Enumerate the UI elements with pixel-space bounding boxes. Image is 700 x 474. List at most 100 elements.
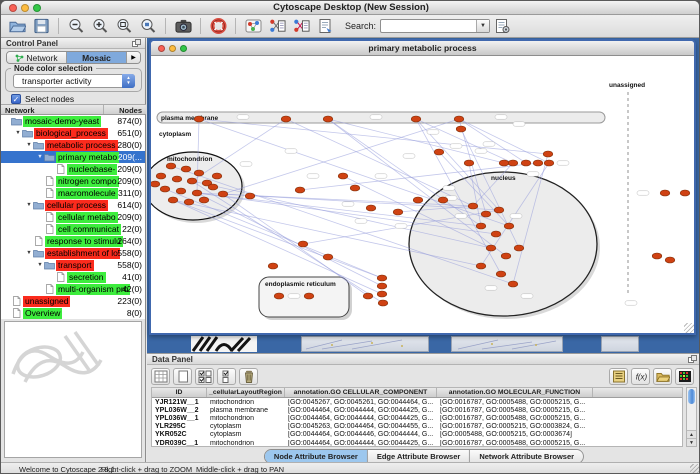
network-node[interactable] bbox=[481, 211, 491, 217]
zoom-fit-icon[interactable] bbox=[114, 17, 134, 35]
tree-item[interactable]: macromolecule311(0) bbox=[1, 187, 145, 199]
network-node[interactable] bbox=[323, 254, 333, 260]
network-node[interactable] bbox=[543, 151, 553, 157]
dropdown-stepper-icon[interactable]: ▲▼ bbox=[122, 74, 135, 88]
network-node[interactable] bbox=[680, 190, 690, 196]
network-node[interactable] bbox=[298, 241, 308, 247]
network-node[interactable] bbox=[476, 263, 486, 269]
tree-expand-arrow[interactable]: ▼ bbox=[25, 142, 33, 148]
network-node[interactable] bbox=[295, 187, 305, 193]
zoom-out-icon[interactable] bbox=[66, 17, 86, 35]
scroll-up-arrow[interactable]: ▲ bbox=[687, 430, 696, 438]
tree-item[interactable]: multi-organism pro42(0) bbox=[1, 283, 145, 295]
tree-item[interactable]: cell communicat22(0) bbox=[1, 223, 145, 235]
tree-item[interactable]: cellular metabo209(0) bbox=[1, 211, 145, 223]
network-node[interactable] bbox=[160, 186, 170, 192]
tree-item[interactable]: ▼transport558(0) bbox=[1, 259, 145, 271]
network-node[interactable] bbox=[194, 116, 204, 122]
table-row[interactable]: YPL036W__2plasma membrane[GO:0044464, GO… bbox=[152, 406, 682, 414]
network-node[interactable] bbox=[377, 291, 387, 297]
network-node[interactable] bbox=[377, 283, 387, 289]
tree-item[interactable]: ▼cellular process614(0) bbox=[1, 199, 145, 211]
network-node[interactable] bbox=[281, 116, 291, 122]
tree-item[interactable]: unassigned223(0) bbox=[1, 295, 145, 307]
network-node[interactable] bbox=[660, 190, 670, 196]
float-panel-icon[interactable] bbox=[132, 39, 141, 50]
table-row[interactable]: YJR121W__1mitochondrion[GO:0045267, GO:0… bbox=[152, 398, 682, 406]
network-node[interactable] bbox=[464, 160, 474, 166]
tree-item[interactable]: Overview8(0) bbox=[1, 307, 145, 319]
annotation-icon[interactable] bbox=[315, 17, 335, 35]
tab-mosaic[interactable]: Mosaic bbox=[67, 52, 127, 63]
network-node[interactable] bbox=[366, 205, 376, 211]
tree-expand-arrow[interactable]: ▼ bbox=[25, 202, 33, 208]
network-node[interactable] bbox=[168, 197, 178, 203]
network-node[interactable] bbox=[411, 116, 421, 122]
network-node[interactable] bbox=[491, 231, 501, 237]
network-node[interactable] bbox=[476, 223, 486, 229]
network-canvas[interactable]: plasma membranecytoplasmmitochondrionnuc… bbox=[151, 56, 694, 333]
table-row[interactable]: YDR039C__1mitochondrion[GO:0044464, GO:0… bbox=[152, 439, 682, 447]
network-node[interactable] bbox=[514, 245, 524, 251]
search-input[interactable]: ▼ bbox=[380, 19, 490, 33]
network-node[interactable] bbox=[533, 160, 543, 166]
new-attribute-icon[interactable] bbox=[173, 368, 192, 385]
table-row[interactable]: YLR295Ccytoplasm[GO:0045263, GO:0044464,… bbox=[152, 423, 682, 431]
network-node[interactable] bbox=[245, 193, 255, 199]
network-node[interactable] bbox=[413, 197, 423, 203]
tree-item[interactable]: nitrogen compo209(0) bbox=[1, 175, 145, 187]
network-node[interactable] bbox=[184, 199, 194, 205]
network-node[interactable] bbox=[350, 185, 360, 191]
network-node[interactable] bbox=[176, 188, 186, 194]
tree-expand-arrow[interactable]: ▼ bbox=[36, 154, 44, 160]
network-node[interactable] bbox=[456, 126, 466, 132]
select-nodes-checkbox[interactable]: ✓ bbox=[11, 94, 21, 104]
heatmap-icon[interactable] bbox=[675, 368, 694, 385]
help-ring-icon[interactable] bbox=[208, 17, 228, 35]
network-node[interactable] bbox=[338, 173, 348, 179]
network-node[interactable] bbox=[508, 281, 518, 287]
network-node[interactable] bbox=[499, 160, 509, 166]
table-row[interactable]: YPL036W__1mitochondrion[GO:0044464, GO:0… bbox=[152, 414, 682, 422]
network-node[interactable] bbox=[377, 275, 387, 281]
network-node[interactable] bbox=[378, 300, 388, 306]
delete-attribute-icon[interactable] bbox=[239, 368, 258, 385]
background-window-fragment[interactable] bbox=[601, 336, 639, 352]
network-window-titlebar[interactable]: primary metabolic process bbox=[151, 41, 694, 56]
column-header[interactable]: _cellularLayoutRegion bbox=[207, 388, 285, 397]
attribute-matrix-icon[interactable] bbox=[151, 368, 170, 385]
attribute-list-icon[interactable] bbox=[609, 368, 628, 385]
attribute-settings-icon[interactable] bbox=[492, 17, 512, 35]
background-window-fragment[interactable] bbox=[191, 336, 257, 352]
save-session-icon[interactable] bbox=[31, 17, 51, 35]
window-titlebar[interactable]: Cytoscape Desktop (New Session) bbox=[1, 1, 700, 15]
tree-item[interactable]: response to stimulu264(0) bbox=[1, 235, 145, 247]
tree-expand-arrow[interactable]: ▼ bbox=[25, 250, 33, 256]
network-node[interactable] bbox=[181, 166, 191, 172]
tree-item[interactable]: mosaic-demo-yeast874(0) bbox=[1, 115, 145, 127]
network-node[interactable] bbox=[323, 116, 333, 122]
window-resize-grip[interactable] bbox=[690, 464, 700, 474]
column-header[interactable]: ID bbox=[152, 388, 207, 397]
network-node[interactable] bbox=[166, 163, 176, 169]
network-node[interactable] bbox=[212, 173, 222, 179]
network-node[interactable] bbox=[486, 245, 496, 251]
network-node[interactable] bbox=[494, 207, 504, 213]
node-color-dropdown[interactable]: transporter activity ▲▼ bbox=[13, 74, 135, 88]
network-node[interactable] bbox=[454, 116, 464, 122]
network-node[interactable] bbox=[468, 203, 478, 209]
network-node[interactable] bbox=[393, 209, 403, 215]
zoom-selected-icon[interactable] bbox=[138, 17, 158, 35]
birdseye-view[interactable] bbox=[4, 321, 142, 458]
tree-item[interactable]: ▼establishment of lo558(0) bbox=[1, 247, 145, 259]
unselect-attributes-icon[interactable] bbox=[217, 368, 236, 385]
column-network[interactable]: Network bbox=[1, 105, 104, 114]
tree-item[interactable]: secretion41(0) bbox=[1, 271, 145, 283]
network-node[interactable] bbox=[274, 293, 284, 299]
network-node[interactable] bbox=[544, 160, 554, 166]
network-node[interactable] bbox=[501, 253, 511, 259]
tree-item[interactable]: nucleobase-209(0) bbox=[1, 163, 145, 175]
network-node[interactable] bbox=[268, 263, 278, 269]
network-node[interactable] bbox=[304, 293, 314, 299]
network-node[interactable] bbox=[521, 160, 531, 166]
